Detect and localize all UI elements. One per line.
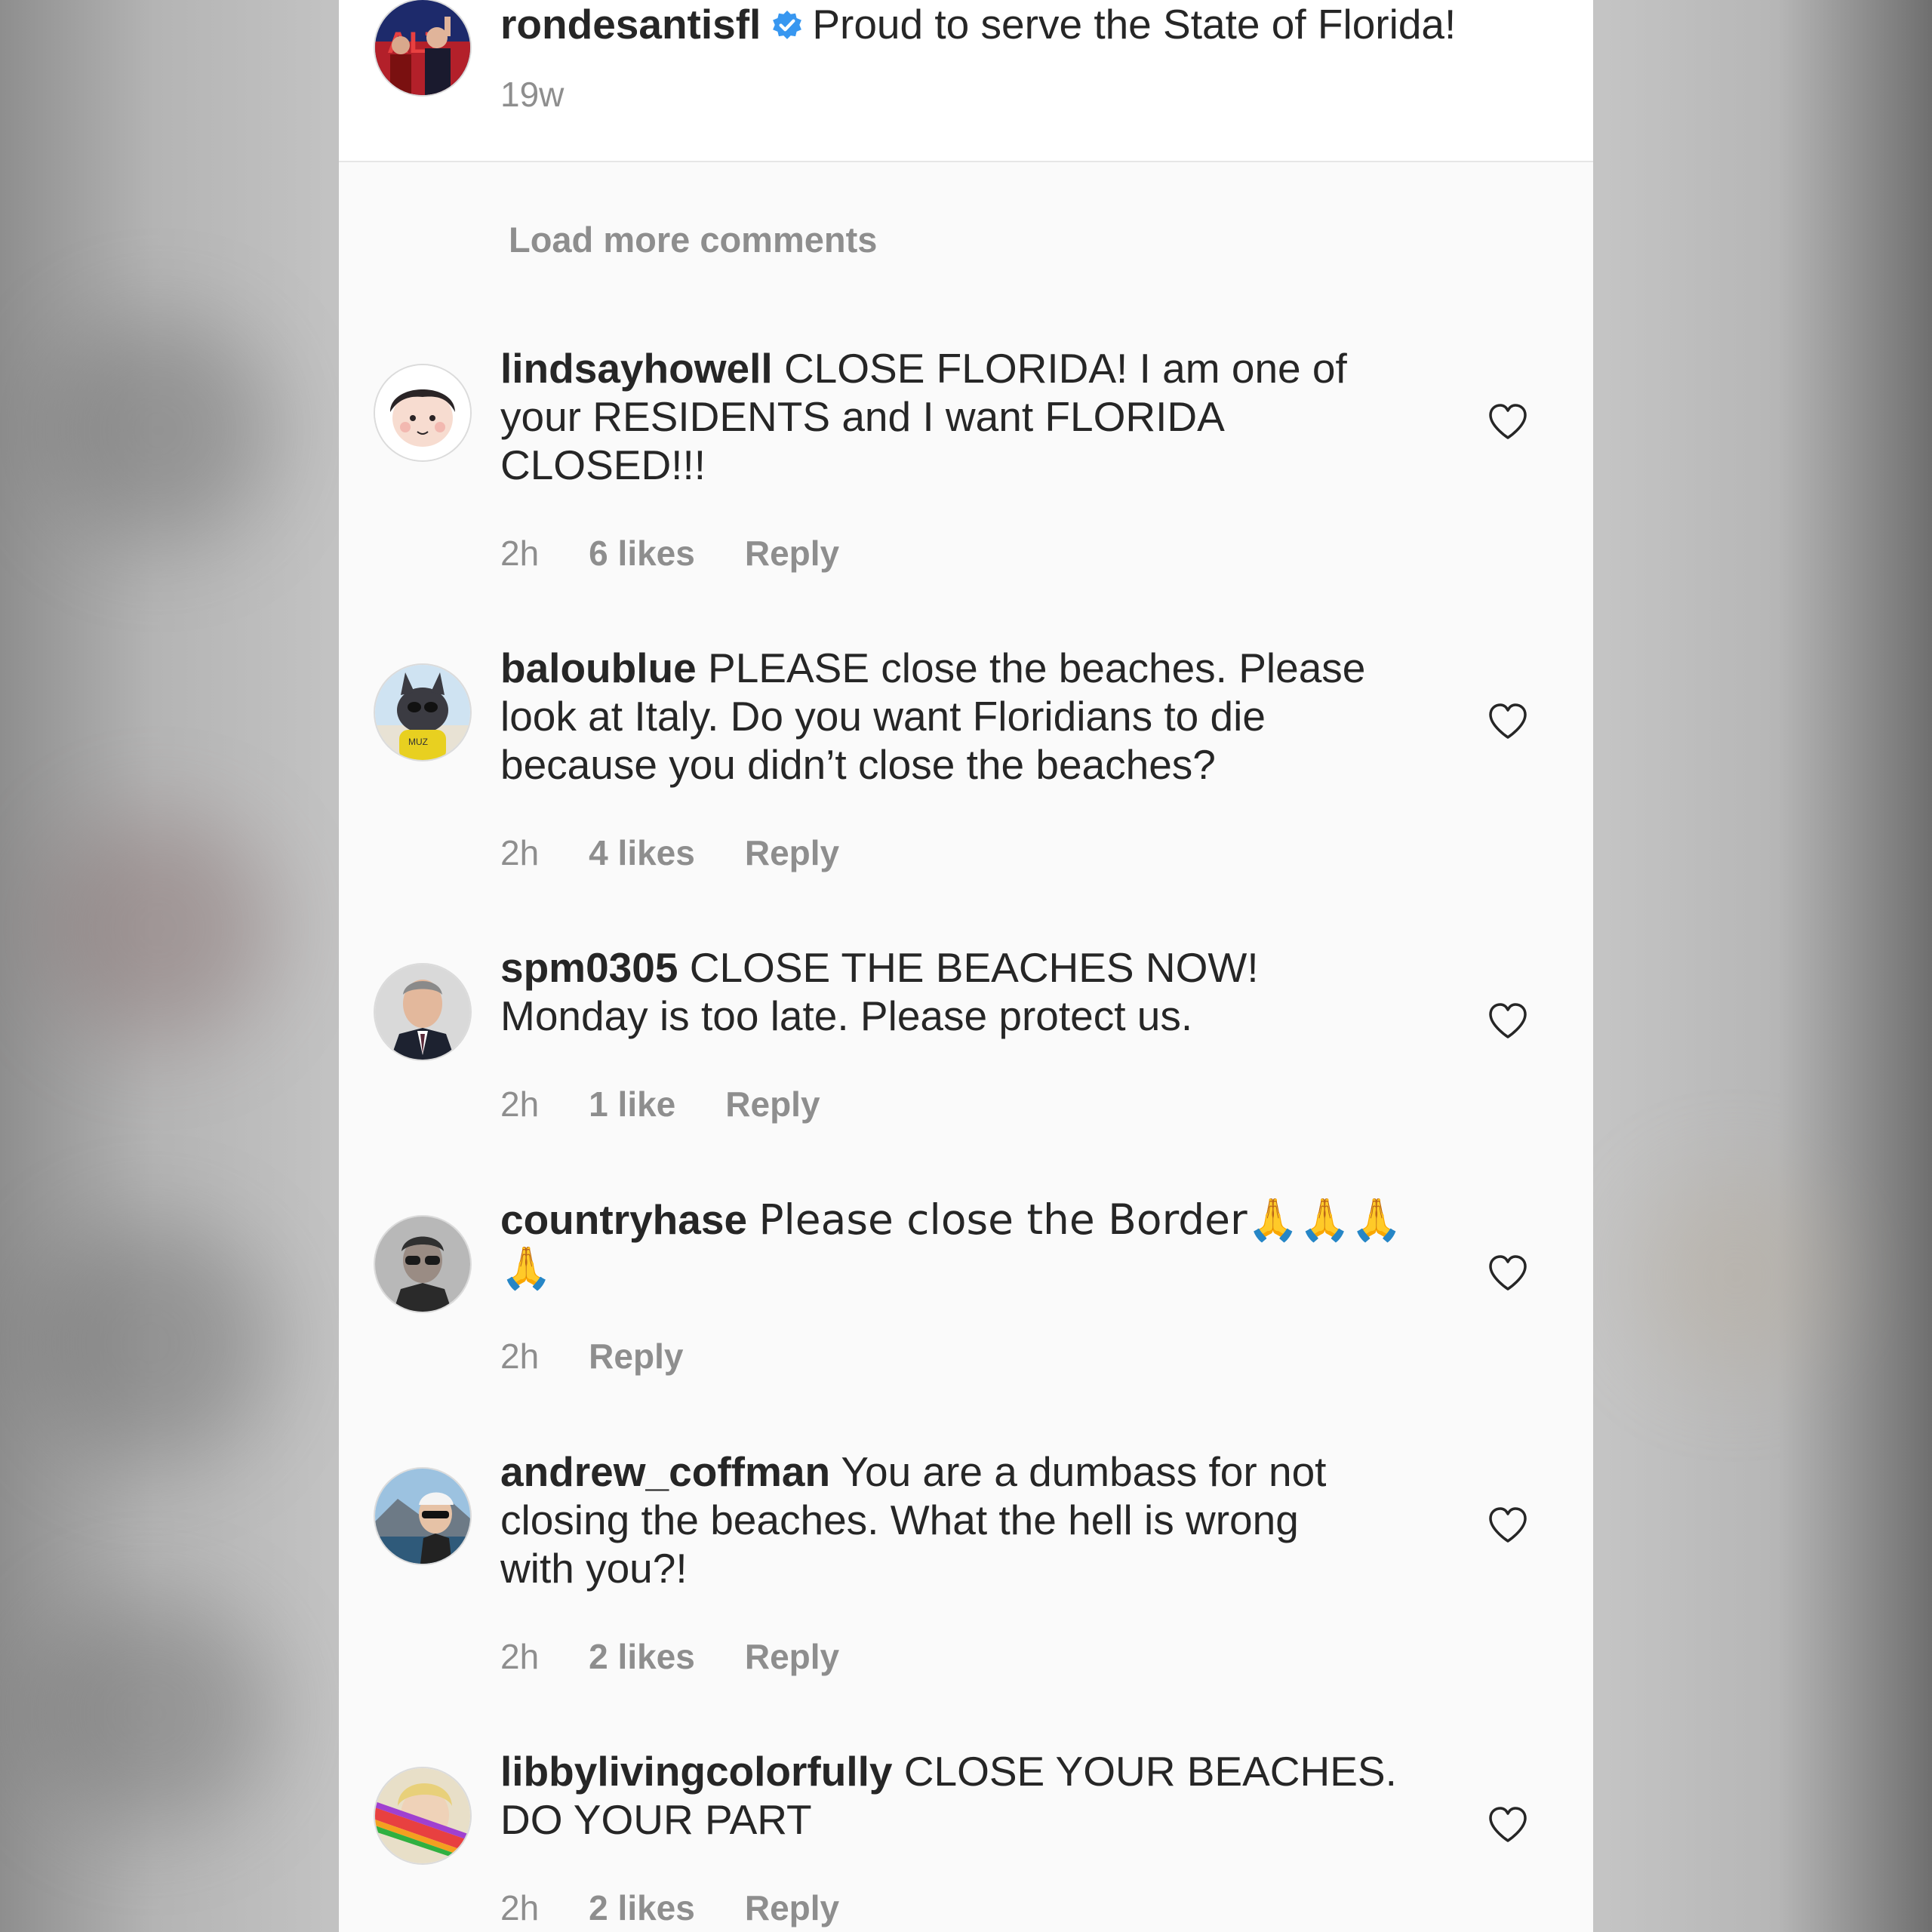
comment-text: Please close the Border🙏🙏🙏 bbox=[758, 1195, 1403, 1244]
comment-time: 2h bbox=[500, 833, 540, 872]
author-avatar[interactable]: ALT bbox=[375, 0, 470, 95]
comment-time: 2h bbox=[500, 1337, 540, 1376]
comment-text: 🙏 bbox=[500, 1244, 552, 1292]
comment-body: andrew_coffman You are a dumbass for not… bbox=[500, 1447, 1406, 1592]
load-more-comments-button[interactable]: Load more comments bbox=[509, 219, 877, 260]
comment-body: baloublue PLEASE close the beaches. Plea… bbox=[500, 644, 1406, 789]
comment-text: your RESIDENTS and I want FLORIDA bbox=[500, 393, 1225, 440]
comment-likes[interactable]: 6 likes bbox=[589, 533, 695, 574]
comment-text: CLOSED!!! bbox=[500, 441, 706, 488]
comment-username[interactable]: lindsayhowell bbox=[500, 345, 773, 392]
comment-body: lindsayhowell CLOSE FLORIDA! I am one of… bbox=[500, 344, 1406, 489]
comment-text: You are a dumbass for not bbox=[841, 1448, 1327, 1495]
comment-meta: 2h 4 likes Reply bbox=[500, 832, 889, 873]
comment-username[interactable]: libbylivingcolorfully bbox=[500, 1748, 893, 1795]
comment-likes[interactable]: 2 likes bbox=[589, 1636, 695, 1677]
comment-meta: 2h Reply bbox=[500, 1336, 733, 1377]
commenter-avatar[interactable] bbox=[375, 1469, 470, 1564]
reply-button[interactable]: Reply bbox=[725, 1084, 820, 1124]
comment-username[interactable]: andrew_coffman bbox=[500, 1448, 830, 1495]
comment-text: Monday is too late. Please protect us. bbox=[500, 992, 1193, 1039]
comment-text: DO YOUR PART bbox=[500, 1796, 812, 1843]
comment-time: 2h bbox=[500, 1888, 540, 1927]
commenter-avatar[interactable] bbox=[375, 964, 470, 1060]
background-blur bbox=[30, 1600, 272, 1826]
like-heart-icon[interactable] bbox=[1487, 403, 1528, 441]
comment-text: closing the beaches. What the hell is wr… bbox=[500, 1497, 1299, 1543]
comment-likes[interactable]: 2 likes bbox=[589, 1887, 695, 1928]
post-age: 19w bbox=[500, 75, 565, 114]
background-blur bbox=[45, 815, 272, 1041]
like-heart-icon[interactable] bbox=[1487, 1806, 1528, 1844]
like-heart-icon[interactable] bbox=[1487, 1002, 1528, 1040]
comment-text: with you?! bbox=[500, 1545, 688, 1592]
comment-likes[interactable]: 4 likes bbox=[589, 832, 695, 873]
background-blur bbox=[30, 1223, 272, 1464]
comment-body: countryhase Please close the Border🙏🙏🙏 🙏 bbox=[500, 1195, 1406, 1292]
reply-button[interactable]: Reply bbox=[745, 1636, 839, 1677]
comment-meta: 2h 2 likes Reply bbox=[500, 1887, 889, 1928]
like-heart-icon[interactable] bbox=[1487, 703, 1528, 740]
comment-likes[interactable]: 1 like bbox=[589, 1084, 675, 1124]
author-username[interactable]: rondesantisfl bbox=[500, 1, 761, 48]
post-caption: ALT rondesantisfl Proud to serve the Stat… bbox=[339, 0, 1593, 162]
commenter-avatar[interactable]: MUZ bbox=[375, 665, 470, 760]
comment-meta: 2h 2 likes Reply bbox=[500, 1636, 889, 1677]
reply-button[interactable]: Reply bbox=[745, 1887, 839, 1928]
background-blur bbox=[1638, 1177, 1834, 1374]
comment-meta: 2h 1 like Reply bbox=[500, 1084, 870, 1124]
verified-badge-icon bbox=[771, 3, 803, 51]
commenter-avatar[interactable] bbox=[375, 1217, 470, 1312]
comment-username[interactable]: spm0305 bbox=[500, 944, 678, 991]
commenter-avatar[interactable] bbox=[375, 1768, 470, 1863]
comment-text: because you didn’t close the beaches? bbox=[500, 741, 1216, 788]
comment-text: CLOSE THE BEACHES NOW! bbox=[689, 944, 1259, 991]
comment-text: CLOSE FLORIDA! I am one of bbox=[783, 345, 1347, 392]
comment-username[interactable]: baloublue bbox=[500, 645, 697, 691]
comment-body: spm0305 CLOSE THE BEACHES NOW! Monday is… bbox=[500, 943, 1406, 1040]
caption-line: rondesantisfl Proud to serve the State of… bbox=[500, 0, 1456, 51]
comment-time: 2h bbox=[500, 1084, 540, 1124]
comment-text: look at Italy. Do you want Floridians to… bbox=[500, 693, 1266, 740]
like-heart-icon[interactable] bbox=[1487, 1254, 1528, 1292]
comment-text: PLEASE close the beaches. Please bbox=[708, 645, 1366, 691]
reply-button[interactable]: Reply bbox=[745, 533, 839, 574]
svg-text:MUZ: MUZ bbox=[408, 737, 428, 747]
like-heart-icon[interactable] bbox=[1487, 1506, 1528, 1544]
comment-meta: 2h 6 likes Reply bbox=[500, 533, 889, 574]
comment-time: 2h bbox=[500, 1637, 540, 1676]
caption-text: Proud to serve the State of Florida! bbox=[812, 1, 1457, 48]
comment-username[interactable]: countryhase bbox=[500, 1196, 747, 1243]
comment-text: CLOSE YOUR BEACHES. bbox=[903, 1748, 1397, 1795]
comment-time: 2h bbox=[500, 534, 540, 573]
commenter-avatar[interactable] bbox=[375, 365, 470, 460]
background-blur bbox=[45, 317, 272, 543]
reply-button[interactable]: Reply bbox=[745, 832, 839, 873]
comments-panel: ALT rondesantisfl Proud to serve the Stat… bbox=[339, 0, 1593, 1932]
reply-button[interactable]: Reply bbox=[589, 1336, 683, 1377]
comment-body: libbylivingcolorfully CLOSE YOUR BEACHES… bbox=[500, 1747, 1406, 1844]
